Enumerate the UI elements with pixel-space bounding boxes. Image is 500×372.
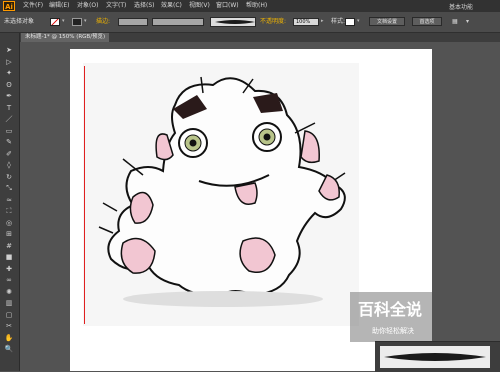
menu-window[interactable]: 窗口(W) (216, 2, 239, 10)
brush-definition[interactable] (210, 17, 256, 27)
selection-icon[interactable]: ➤ (3, 46, 15, 54)
pen-icon[interactable]: ✒ (3, 92, 15, 100)
menu-view[interactable]: 视图(V) (189, 2, 210, 10)
line-icon[interactable]: ／ (3, 115, 15, 123)
menu-edit[interactable]: 编辑(E) (49, 2, 69, 10)
rectangle-icon[interactable]: ▭ (3, 127, 15, 135)
control-bar: 未选择对象 ▾ ▾ 描边: 不透明度: 100% ▸ 样式: ▾ 文档设置 首选… (0, 12, 500, 33)
chevron-down-icon[interactable]: ▾ (84, 18, 87, 24)
menu-effect[interactable]: 效果(C) (161, 2, 182, 10)
width-icon[interactable]: ≈ (3, 196, 15, 204)
document-setup-button[interactable]: 文档设置 (369, 17, 405, 26)
monster-illustration (98, 76, 346, 307)
arrange-documents-icon[interactable]: ▦ (452, 18, 458, 26)
bleed-guide (84, 66, 85, 324)
preferences-button[interactable]: 首选项 (412, 17, 442, 26)
stroke-label[interactable]: 描边: (96, 18, 110, 26)
direct-selection-icon[interactable]: ▷ (3, 58, 15, 66)
blend-icon[interactable]: ∞ (3, 276, 15, 284)
stroke-weight-field[interactable] (118, 18, 148, 26)
stroke-swatch[interactable] (72, 18, 82, 26)
menu-help[interactable]: 帮助(H) (246, 2, 267, 10)
column-graph-icon[interactable]: ▥ (3, 299, 15, 307)
fill-swatch[interactable] (50, 18, 60, 26)
eraser-icon[interactable]: ◊ (3, 161, 15, 169)
graphic-style-swatch[interactable] (345, 18, 355, 26)
lasso-icon[interactable]: ʘ (3, 81, 15, 89)
magic-wand-icon[interactable]: ✦ (3, 69, 15, 77)
workspace-switcher[interactable]: 基本功能 (449, 2, 473, 11)
menu-select[interactable]: 选择(S) (134, 2, 155, 10)
eyedropper-icon[interactable]: ✚ (3, 265, 15, 273)
perspective-icon[interactable]: ⊞ (3, 230, 15, 238)
mesh-icon[interactable]: # (3, 242, 15, 250)
chevron-down-icon[interactable]: ▾ (62, 18, 65, 24)
free-transform-icon[interactable]: ⛶ (3, 207, 15, 215)
menu-bar: Ai 文件(F) 编辑(E) 对象(O) 文字(T) 选择(S) 效果(C) 视… (0, 0, 500, 12)
paintbrush-icon[interactable]: ✎ (3, 138, 15, 146)
pencil-icon[interactable]: ✐ (3, 150, 15, 158)
chevron-right-icon[interactable]: ▸ (321, 18, 324, 24)
menu-object[interactable]: 对象(O) (77, 2, 98, 10)
rotate-icon[interactable]: ↻ (3, 173, 15, 181)
chevron-down-icon[interactable]: ▾ (466, 18, 469, 26)
chevron-down-icon[interactable]: ▾ (357, 18, 360, 24)
brush-preview[interactable] (380, 346, 490, 368)
artboard-icon[interactable]: ▢ (3, 311, 15, 319)
variable-width-profile[interactable] (152, 18, 204, 26)
hand-icon[interactable]: ✋ (3, 334, 15, 342)
opacity-label[interactable]: 不透明度: (260, 18, 286, 26)
zoom-icon[interactable]: 🔍 (3, 345, 15, 353)
menu-file[interactable]: 文件(F) (23, 2, 43, 10)
watermark-subtitle: 助你轻松解决 (372, 327, 414, 335)
opacity-field[interactable]: 100% (293, 18, 319, 26)
type-icon[interactable]: T (3, 104, 15, 112)
shape-builder-icon[interactable]: ◎ (3, 219, 15, 227)
app-logo: Ai (3, 1, 15, 11)
brush-stroke-preview (215, 20, 255, 24)
document-tab[interactable]: 未标题-1* @ 150% (RGB/预览) (21, 33, 110, 42)
gradient-icon[interactable]: ■ (3, 253, 15, 261)
brush-stroke-icon (384, 353, 486, 361)
placed-image[interactable] (83, 63, 359, 326)
selection-status: 未选择对象 (4, 18, 35, 25)
symbol-sprayer-icon[interactable]: ✺ (3, 288, 15, 296)
slice-icon[interactable]: ✂ (3, 322, 15, 330)
watermark-title: 百科全说 (358, 300, 423, 319)
menu-type[interactable]: 文字(T) (106, 2, 126, 10)
style-label: 样式: (331, 18, 346, 25)
scale-icon[interactable]: ⤡ (3, 184, 15, 192)
